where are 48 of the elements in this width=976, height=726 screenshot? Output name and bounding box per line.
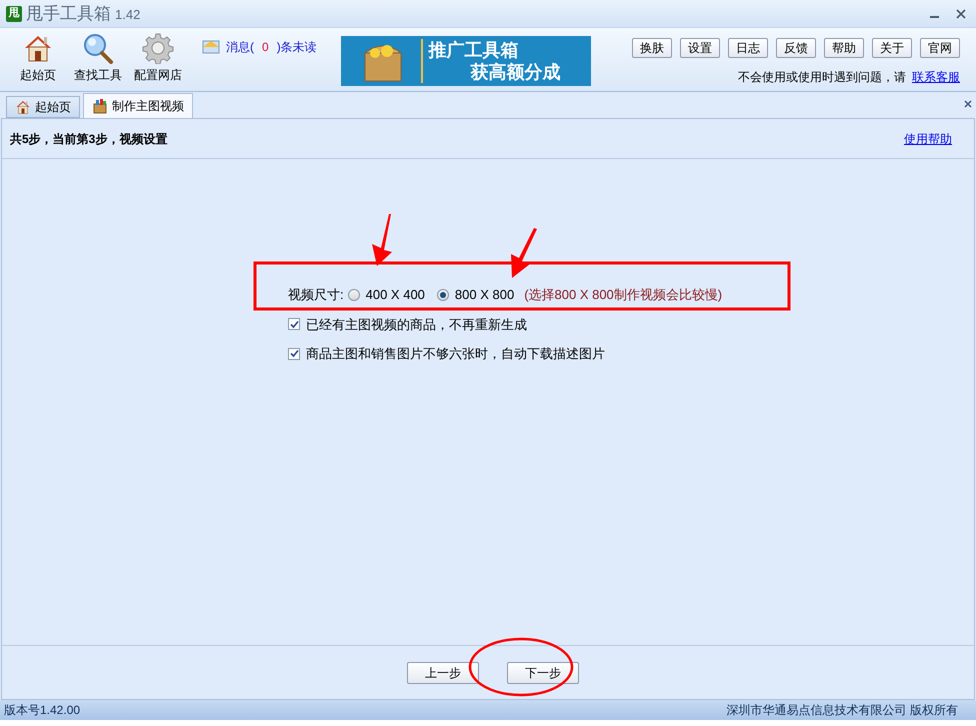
close-tab-icon[interactable]: [964, 100, 972, 108]
toolbar-text-button[interactable]: 反馈: [776, 38, 816, 58]
close-icon[interactable]: [956, 8, 966, 18]
annotation-arrow: [372, 214, 392, 266]
toolbar-button[interactable]: 配置网店: [128, 28, 188, 84]
toolbar-text-button[interactable]: 日志: [728, 38, 768, 58]
version-label: 1.42: [115, 6, 140, 24]
video-size-label: 视频尺寸:: [288, 286, 344, 304]
toolbar-text-button[interactable]: 帮助: [824, 38, 864, 58]
tab[interactable]: 起始页: [6, 96, 80, 118]
toolbar-text-button[interactable]: 换肤: [632, 38, 672, 58]
toolbar-text-button[interactable]: 关于: [872, 38, 912, 58]
house-icon: [15, 99, 31, 115]
messages-link[interactable]: 消息( 0 )条未读: [226, 38, 317, 56]
box-icon: [92, 98, 108, 114]
radio-option[interactable]: 400 X 400: [348, 285, 425, 304]
checkmark-icon: [290, 320, 298, 329]
radio-button[interactable]: [348, 288, 360, 301]
banner-text: 获高额分成: [470, 61, 561, 83]
promo-banner[interactable]: 推广工具箱 获高额分成: [340, 36, 591, 86]
contact-support-link[interactable]: 联系客服: [912, 68, 960, 86]
speed-note: (选择800 X 800制作视频会比较慢): [524, 286, 722, 304]
toolbar-text-button[interactable]: 设置: [680, 38, 720, 58]
version-status: 版本号1.42.00: [4, 702, 80, 719]
radio-option[interactable]: 800 X 800: [436, 285, 514, 304]
gear-icon: [142, 32, 174, 64]
radio-button[interactable]: [436, 288, 449, 301]
magnifier-icon: [82, 32, 114, 64]
banner-text: 推广工具箱: [428, 39, 520, 61]
window-title: 甩手工具箱: [26, 2, 111, 25]
copyright-text: 深圳市华通易点信息技术有限公司 版权所有: [726, 702, 958, 719]
app-icon: 甩: [6, 6, 22, 22]
step-header: 共5步，当前第3步，视频设置: [10, 130, 168, 148]
previous-step-button[interactable]: 上一步: [407, 662, 479, 684]
support-text: 不会使用或使用时遇到问题，请: [738, 69, 906, 86]
help-link[interactable]: 使用帮助: [904, 130, 952, 148]
checkbox[interactable]: [288, 348, 300, 360]
checkbox-option[interactable]: 商品主图和销售图片不够六张时，自动下载描述图片: [288, 344, 974, 364]
annotation-arrow: [511, 228, 537, 278]
checkbox[interactable]: [288, 318, 300, 330]
next-step-button[interactable]: 下一步: [507, 662, 579, 684]
checkmark-icon: [290, 349, 298, 358]
checkbox-option[interactable]: 已经有主图视频的商品，不再重新生成: [288, 314, 974, 334]
toolbar-text-button[interactable]: 官网: [920, 38, 960, 58]
toolbar-button[interactable]: 起始页: [8, 28, 68, 84]
tab[interactable]: 制作主图视频: [83, 93, 193, 118]
envelope-icon: [202, 40, 220, 54]
toolbar-button[interactable]: 查找工具: [68, 28, 128, 84]
